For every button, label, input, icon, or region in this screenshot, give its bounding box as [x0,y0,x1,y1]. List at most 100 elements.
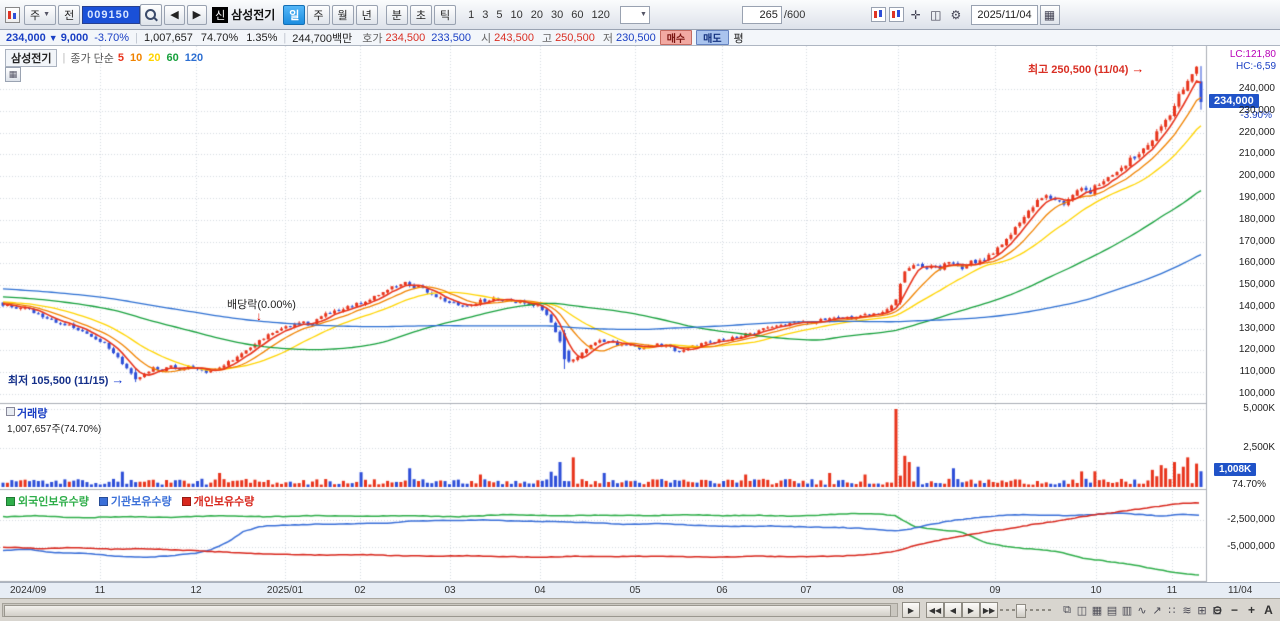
nav-button-3[interactable]: ▶▶ [980,602,998,618]
interval-button-10[interactable]: 10 [507,9,527,21]
time-axis-label: 12 [190,585,202,596]
prev-stock-button[interactable]: 전 [58,4,81,25]
hc-value: HC:-6,59 [1235,61,1276,72]
price-change: 9,000 [60,31,89,44]
period-type-combo[interactable]: 주 ▼ [24,4,57,25]
price-axis-label: 220,000 [1238,126,1275,138]
trendline-icon[interactable]: ↗ [1150,602,1164,618]
zoom-in-button[interactable]: + [1244,602,1259,618]
down-arrow-icon: ▼ [48,32,58,43]
chevron-down-icon: ▼ [639,11,647,18]
zoom-out-button[interactable]: − [1227,602,1242,618]
date-input[interactable]: 2025/11/04 [971,4,1038,25]
price-axis-label: 190,000 [1238,191,1275,203]
interval-dropdown[interactable]: ▼ [619,5,650,24]
unit-button-분[interactable]: 분 [385,4,408,25]
candle-style-icon[interactable] [871,7,887,22]
font-size-button[interactable]: A [1261,602,1276,618]
scrollbar-thumb[interactable] [4,605,892,617]
zoom-slider-track[interactable] [1000,609,1054,611]
price-axis-label: 130,000 [1238,322,1275,334]
interval-button-20[interactable]: 20 [527,9,547,21]
price-axis-label: 160,000 [1238,257,1275,269]
period-button-월[interactable]: 월 [331,4,354,25]
trade-value: 244,700백만 [292,32,353,45]
low-price: 230,500 [615,31,656,44]
price-axis-label: 170,000 [1238,235,1275,247]
bid-price: 233,500 [431,31,472,44]
step-left-button[interactable]: ◀ [164,4,185,25]
grid-icon[interactable]: ▦ [1090,602,1104,618]
period-button-주[interactable]: 주 [307,4,330,25]
volume-badge-percent: 74.70% [1232,479,1266,490]
price-axis-label: 150,000 [1238,279,1275,291]
buy-button[interactable]: 매수 [659,30,693,45]
current-price: 234,000 [6,31,46,44]
panel-layout-icon[interactable]: ◫ [927,6,944,23]
unit-button-틱[interactable]: 틱 [434,4,457,25]
time-axis-label: 11 [94,585,106,596]
add-panel-icon[interactable]: ⊞ [1195,602,1209,618]
unit-button-group: 분초틱 [385,4,458,25]
nav-button-0[interactable]: ◀◀ [926,602,944,618]
time-axis-label: 08 [892,585,904,596]
split-panel-icon[interactable]: ◫ [1075,602,1089,618]
time-axis-label: 07 [800,585,812,596]
stock-code-input[interactable] [82,5,141,24]
step-right-button[interactable]: ▶ [186,4,208,25]
chart-style-icon[interactable] [889,7,905,22]
change-percent: -3.70% [94,31,130,44]
app-chart-icon [5,6,20,23]
unit-button-초[interactable]: 초 [409,4,433,25]
period-button-일[interactable]: 일 [283,4,306,25]
price-axis-label: 230,000 [1238,104,1275,116]
price-chart-canvas[interactable] [0,46,1208,582]
chart-area[interactable]: 삼성전기 | 종가 단순 5 10 20 60 120 ▦ 최고 250,500 (11… [0,46,1280,599]
divider: | [135,31,138,44]
high-label: 고 [541,32,553,45]
chart-scrollbar[interactable] [2,603,898,617]
lc-value: LC:121,80 [1229,49,1276,60]
crosshair-icon[interactable]: ✛ [907,6,924,23]
wave-icon[interactable]: ∿ [1135,602,1149,618]
open-label: 시 [481,32,492,45]
play-button[interactable]: ▶ [902,602,920,618]
price-axis-label: 110,000 [1239,366,1275,378]
compare-icon[interactable]: ⧉ [1060,602,1074,618]
time-axis-label: 09 [989,585,1001,596]
chevron-down-icon: ▼ [43,11,51,18]
time-axis-label: 06 [716,585,728,596]
volume-ratio: 74.70% [200,31,239,44]
nav-button-2[interactable]: ▶ [962,602,980,618]
gear-icon[interactable]: ⚙ [947,6,964,23]
zoom-slider-thumb[interactable] [1016,604,1026,618]
interval-button-60[interactable]: 60 [567,9,587,21]
interval-button-120[interactable]: 120 [588,9,614,21]
interval-button-3[interactable]: 3 [478,9,492,21]
interval-button-5[interactable]: 5 [492,9,506,21]
bars-icon[interactable]: ▥ [1120,602,1134,618]
avg-label: 평 [733,32,744,45]
calendar-icon[interactable]: ▦ [1039,4,1060,25]
interval-button-30[interactable]: 30 [547,9,567,21]
list-icon[interactable]: ▤ [1105,602,1119,618]
pattern-icon[interactable]: ∷ [1165,602,1179,618]
time-axis-label: 11 [1166,585,1178,596]
price-axis-label: 200,000 [1238,170,1275,182]
sell-button[interactable]: 매도 [696,30,729,45]
price-axis-label: 120,000 [1238,344,1275,356]
interval-button-1[interactable]: 1 [464,9,478,21]
search-button[interactable] [140,3,163,26]
bar-count-total: /600 [783,8,806,21]
bottom-toolbar: ▶ ◀◀ ◀ ▶ ▶▶ ⧉ ◫ ▦ ▤ ▥ ∿ ↗ ∷ ≋ ⊞ ⊡ ⊖ − + A [0,598,1280,621]
stock-chart-window: 주▼ 전 ◀ ▶ 신 삼성전기 일주월년 분초틱 13510203060120 … [0,0,1280,621]
fibonacci-icon[interactable]: ≋ [1180,602,1194,618]
price-axis-label: 140,000 [1238,300,1275,312]
bar-count-input[interactable]: 265 [741,5,782,24]
price-axis-label: 240,000 [1238,83,1275,94]
time-axis-label: 03 [444,585,456,596]
magnifier-icon[interactable]: ⊖ [1210,602,1225,618]
period-button-년[interactable]: 년 [355,4,378,25]
new-issue-badge: 신 [212,6,229,23]
nav-button-1[interactable]: ◀ [944,602,962,618]
